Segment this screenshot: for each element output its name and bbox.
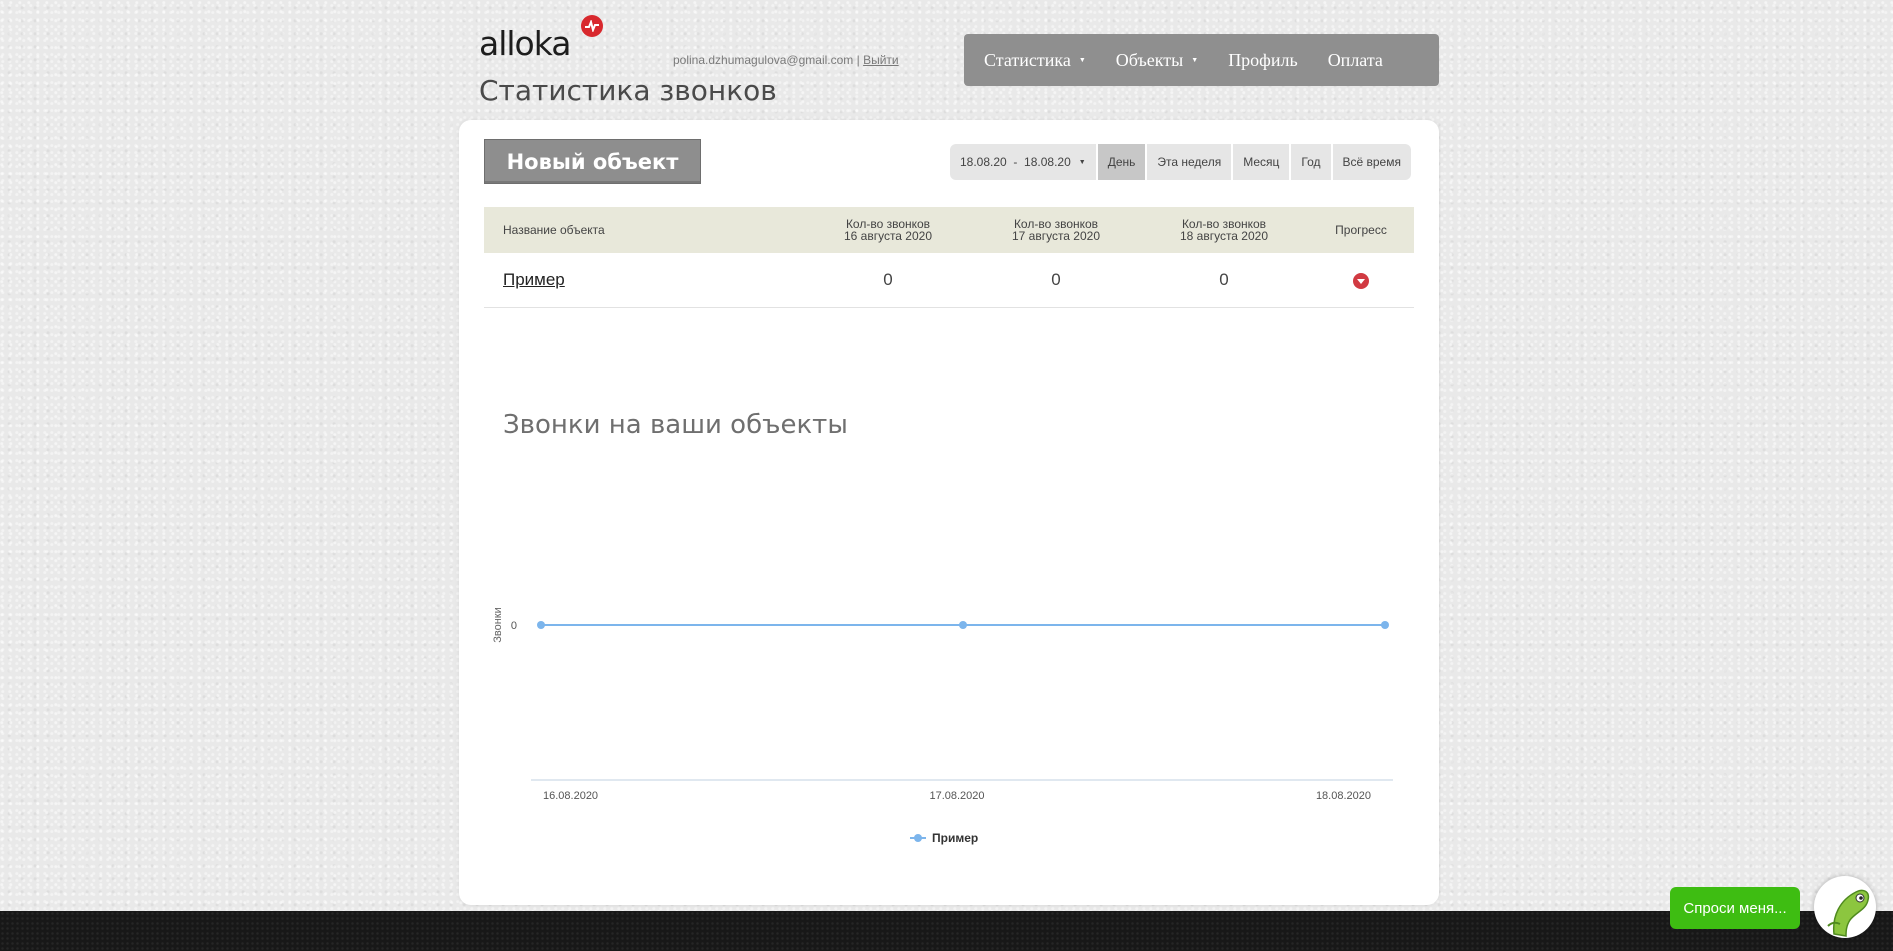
nav-item-label: Профиль bbox=[1228, 49, 1298, 70]
caret-down-icon: ▼ bbox=[1078, 56, 1086, 64]
logout-link[interactable]: Выйти bbox=[863, 53, 899, 67]
data-point bbox=[1381, 621, 1389, 629]
lizard-mascot-icon bbox=[1827, 889, 1870, 937]
logo-text: alloka bbox=[479, 24, 572, 63]
data-point bbox=[537, 621, 545, 629]
user-separator: | bbox=[856, 53, 860, 67]
nav-item-payment[interactable]: Оплата bbox=[1328, 50, 1383, 71]
stats-card: Новый объект 18.08.20 - 18.08.20 ▼ День … bbox=[459, 120, 1439, 905]
main-nav: Статистика ▼ Объекты ▼ Профиль Оплата bbox=[964, 34, 1439, 86]
nav-item-label: Оплата bbox=[1327, 49, 1383, 70]
nav-item-objects[interactable]: Объекты ▼ bbox=[1116, 50, 1198, 71]
logo[interactable]: alloka bbox=[479, 15, 603, 63]
nav-item-profile[interactable]: Профиль bbox=[1228, 50, 1298, 71]
page-title: Статистика звонков bbox=[479, 74, 777, 107]
caret-down-icon: ▼ bbox=[1191, 56, 1199, 64]
nav-item-label: Статистика bbox=[984, 49, 1071, 70]
x-tick-label: 16.08.2020 bbox=[543, 790, 598, 802]
x-tick-label: 17.08.2020 bbox=[929, 790, 984, 802]
data-point bbox=[959, 621, 967, 629]
nav-item-label: Объекты bbox=[1115, 49, 1184, 70]
chatbot-avatar[interactable] bbox=[1814, 876, 1876, 938]
y-axis-label: Звонки bbox=[492, 607, 504, 643]
nav-item-statistics[interactable]: Статистика ▼ bbox=[984, 50, 1086, 71]
logo-pulse-icon bbox=[581, 15, 603, 37]
ask-me-button[interactable]: Спроси меня... bbox=[1670, 887, 1800, 929]
legend-label: Пример bbox=[932, 831, 978, 845]
legend-marker bbox=[914, 834, 922, 842]
calls-chart: Звонки 0 16.08.2020 17.08.2020 18.08.2020 При… bbox=[492, 607, 1393, 845]
y-tick-label: 0 bbox=[511, 620, 517, 632]
x-tick-label: 18.08.2020 bbox=[1316, 790, 1371, 802]
footer bbox=[0, 911, 1893, 951]
user-info: polina.dzhumagulova@gmail.com | Выйти bbox=[673, 53, 899, 67]
user-email: polina.dzhumagulova@gmail.com bbox=[673, 53, 854, 67]
